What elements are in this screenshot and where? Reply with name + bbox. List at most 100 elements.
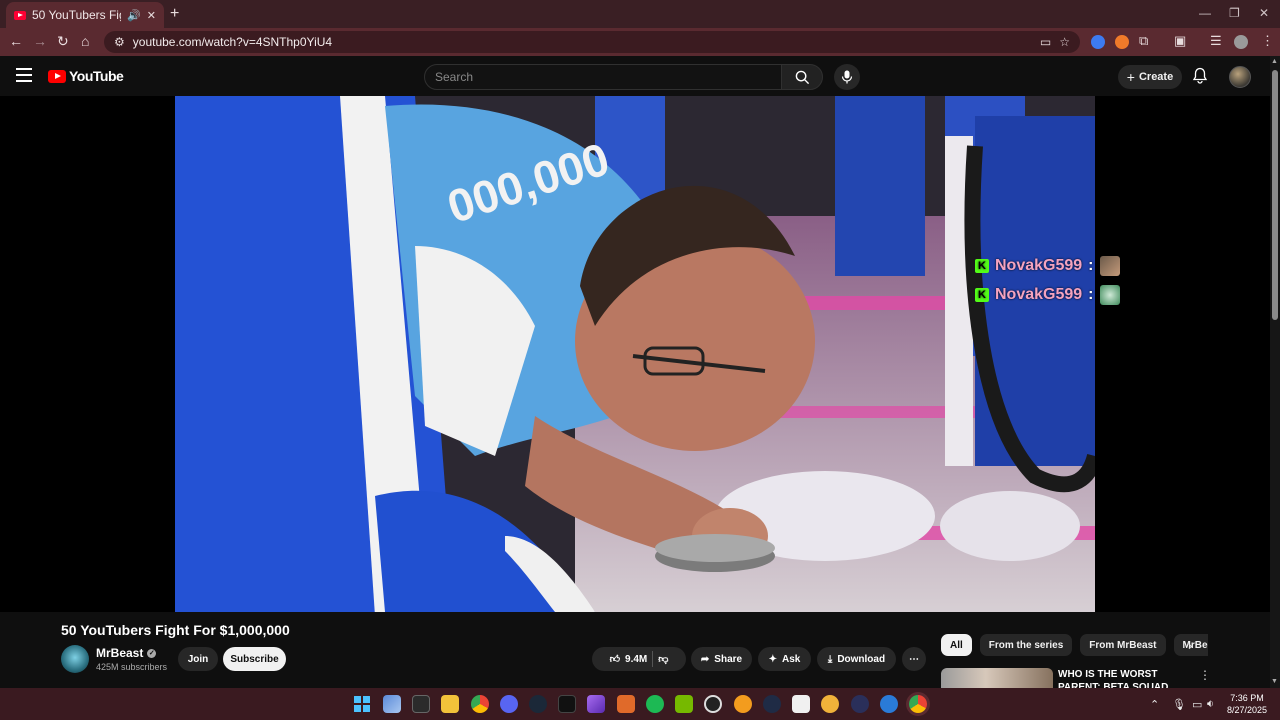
reload-icon[interactable]: ↻: [57, 33, 69, 50]
nvidia-app-icon[interactable]: [675, 695, 693, 713]
channel-name-row[interactable]: MrBeast ✓: [96, 646, 157, 660]
speaker-icon[interactable]: 🔊: [127, 9, 141, 22]
recommendation-thumbnail[interactable]: [941, 668, 1053, 688]
chrome-active-icon[interactable]: [909, 695, 927, 713]
notifications-bell-icon[interactable]: [1192, 67, 1208, 84]
windows-taskbar: ⌃ 🎙︎ ▭ 🔉︎ 7:36 PM 8/27/2025: [0, 688, 1280, 720]
search-placeholder: Search: [435, 70, 474, 84]
terminal-app-icon[interactable]: [412, 695, 430, 713]
join-button[interactable]: Join: [178, 647, 218, 671]
channel-name[interactable]: MrBeast: [96, 646, 143, 660]
microphone-tray-icon[interactable]: 🎙︎: [1172, 698, 1186, 711]
youtube-play-icon: [48, 69, 66, 83]
chrome-app-icon[interactable]: [471, 695, 489, 713]
yellow-app-icon[interactable]: [821, 695, 839, 713]
share-button[interactable]: ➦ Share: [691, 647, 752, 671]
network-app-icon[interactable]: [763, 695, 781, 713]
file-explorer-icon[interactable]: [441, 695, 459, 713]
steam-app-icon[interactable]: [529, 695, 547, 713]
tray-chevron-icon[interactable]: ⌃: [1150, 698, 1159, 711]
youtube-masthead: YouTube Search + Create: [0, 56, 1270, 96]
github-app-icon[interactable]: [704, 695, 722, 713]
video-frame[interactable]: 000,000: [175, 96, 1095, 612]
create-button[interactable]: + Create: [1118, 65, 1182, 89]
chip-all[interactable]: All: [941, 634, 972, 656]
forward-icon[interactable]: →: [33, 33, 47, 49]
browser-tabstrip: 50 YouTubers Fight For $1,0 🔊 ✕ + — ❐ ✕: [0, 0, 1280, 28]
verified-check-icon: ✓: [147, 648, 157, 658]
scrollbar-thumb[interactable]: [1272, 70, 1278, 320]
chip-from-channel[interactable]: From MrBeast: [1080, 634, 1166, 656]
like-dislike-group: 👍︎ 9.4M 👎︎: [592, 647, 686, 671]
spotify-app-icon[interactable]: [646, 695, 664, 713]
scroll-down-icon[interactable]: ▼: [1271, 678, 1278, 685]
circle-app-icon[interactable]: [734, 695, 752, 713]
discord-app-icon[interactable]: [500, 695, 518, 713]
voice-search-button[interactable]: [834, 64, 860, 90]
chat-separator: :: [1088, 286, 1094, 303]
chat-username: NovakG599: [995, 286, 1083, 303]
search-button[interactable]: [781, 64, 823, 90]
close-tab-icon[interactable]: ✕: [147, 9, 156, 22]
dark-app-icon[interactable]: [558, 695, 576, 713]
recommendation-chips: All From the series From MrBeast MrBe: [941, 634, 1208, 656]
chat-overlay-line: K NovakG599 :: [975, 256, 1120, 276]
recommendation-title[interactable]: WHO IS THE WORST PARENT: BETA SQUAD EDIT…: [1058, 668, 1188, 688]
microphone-icon: [841, 70, 853, 84]
cast-icon[interactable]: ▭: [1040, 35, 1051, 49]
menu-icon[interactable]: [16, 68, 32, 82]
close-window-icon[interactable]: ✕: [1259, 6, 1269, 20]
feather-app-icon[interactable]: [587, 695, 605, 713]
like-button[interactable]: 👍︎ 9.4M: [610, 653, 648, 666]
chat-emote-icon: [1099, 256, 1120, 276]
media-app-icon[interactable]: [851, 695, 869, 713]
system-clock[interactable]: 7:36 PM 8/27/2025: [1222, 692, 1272, 716]
address-bar[interactable]: ⚙ youtube.com/watch?v=4SNThp0YiU4 ▭ ☆: [104, 31, 1080, 53]
network-tray-icon[interactable]: ▭: [1192, 698, 1202, 711]
restore-icon[interactable]: ❐: [1229, 6, 1240, 20]
clock-time: 7:36 PM: [1230, 693, 1264, 703]
extensions-puzzle-icon[interactable]: ⧉: [1139, 33, 1148, 49]
photos-app-icon[interactable]: [383, 695, 401, 713]
orange-app-icon[interactable]: [617, 695, 635, 713]
site-info-icon[interactable]: ⚙: [114, 35, 125, 49]
new-tab-icon[interactable]: +: [170, 5, 179, 23]
channel-avatar[interactable]: [61, 645, 89, 673]
back-icon[interactable]: ←: [9, 33, 23, 49]
account-avatar[interactable]: [1229, 66, 1251, 88]
home-icon[interactable]: ⌂: [81, 33, 89, 49]
volume-tray-icon[interactable]: 🔉︎: [1207, 698, 1214, 711]
profile-avatar-icon[interactable]: [1234, 35, 1248, 49]
page-scrollbar[interactable]: ▲ ▼: [1270, 56, 1280, 688]
windows-start-icon[interactable]: [353, 695, 371, 713]
chat-badge-icon: [1099, 285, 1120, 305]
scroll-up-icon[interactable]: ▲: [1271, 58, 1278, 65]
chrome-menu-icon[interactable]: ⋮: [1261, 33, 1274, 49]
side-panel-icon[interactable]: ▣: [1174, 33, 1186, 49]
bookmark-star-icon[interactable]: ☆: [1059, 35, 1070, 49]
reading-list-icon[interactable]: ☰: [1210, 33, 1222, 49]
subscribe-button[interactable]: Subscribe: [223, 647, 286, 671]
tab-title: 50 YouTubers Fight For $1,0: [32, 8, 121, 22]
youtube-logo[interactable]: YouTube: [48, 68, 124, 84]
search-input[interactable]: Search: [424, 64, 782, 90]
notion-app-icon[interactable]: [792, 695, 810, 713]
video-player[interactable]: 000,000 K NovakG599 : K NovakG599:: [0, 96, 1270, 612]
download-button[interactable]: ⤓ Download: [817, 647, 896, 671]
subscriber-count: 425M subscribers: [96, 662, 168, 672]
tab-youtube[interactable]: 50 YouTubers Fight For $1,0 🔊 ✕: [6, 2, 164, 28]
browser-toolbar: ← → ↻ ⌂ ⚙ youtube.com/watch?v=4SNThp0YiU…: [0, 28, 1280, 56]
thumbs-down-icon[interactable]: 👎︎: [658, 653, 668, 665]
chevron-right-icon[interactable]: ›: [1188, 638, 1192, 653]
extension-orange-icon[interactable]: [1115, 35, 1129, 49]
extension-blue-icon[interactable]: [1091, 35, 1105, 49]
minimize-icon[interactable]: —: [1199, 6, 1211, 20]
more-actions-button[interactable]: ⋯: [902, 647, 926, 671]
recommendation-menu-icon[interactable]: ⋮: [1199, 668, 1211, 682]
ask-button[interactable]: ✦ Ask: [758, 647, 811, 671]
video-details: 50 YouTubers Fight For $1,000,000 MrBeas…: [0, 612, 1270, 688]
ask-label: Ask: [782, 653, 801, 665]
chip-from-series[interactable]: From the series: [979, 634, 1073, 656]
create-label: Create: [1138, 71, 1174, 83]
blue-app-icon[interactable]: [880, 695, 898, 713]
